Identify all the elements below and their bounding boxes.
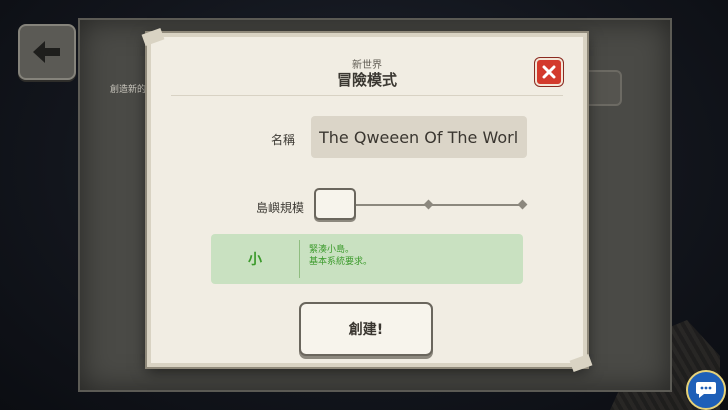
create-button[interactable]: 創建! [299,302,433,356]
island-size-info: 小 緊湊小島。 基本系統要求。 [211,234,523,284]
back-button[interactable] [18,24,76,80]
chat-bubble-icon [696,382,716,398]
arrow-left-icon [33,41,60,63]
slider-handle[interactable] [314,188,356,220]
world-name-input[interactable] [311,116,527,158]
name-label: 名稱 [271,133,296,147]
chat-button[interactable] [686,370,726,410]
description-line: 基本系統要求。 [309,257,373,267]
background-subtitle: 創造新的 [110,85,147,95]
description-line: 緊湊小島。 [309,245,355,255]
island-size-description: 緊湊小島。 基本系統要求。 [309,244,372,268]
slider-tick[interactable] [423,199,434,210]
info-separator [299,240,300,278]
close-button[interactable] [535,58,563,86]
dialog-title: 冒險模式 [336,71,397,89]
island-size-value: 小 [248,252,262,268]
slider-tick[interactable] [517,199,528,210]
island-size-label: 島嶼規模 [256,201,305,215]
title-divider [171,95,563,96]
close-x-icon [542,65,556,79]
new-world-dialog: 新世界 冒險模式 名稱 島嶼規模 小 緊湊小島。 基本系統要求。 創建! [147,33,587,367]
